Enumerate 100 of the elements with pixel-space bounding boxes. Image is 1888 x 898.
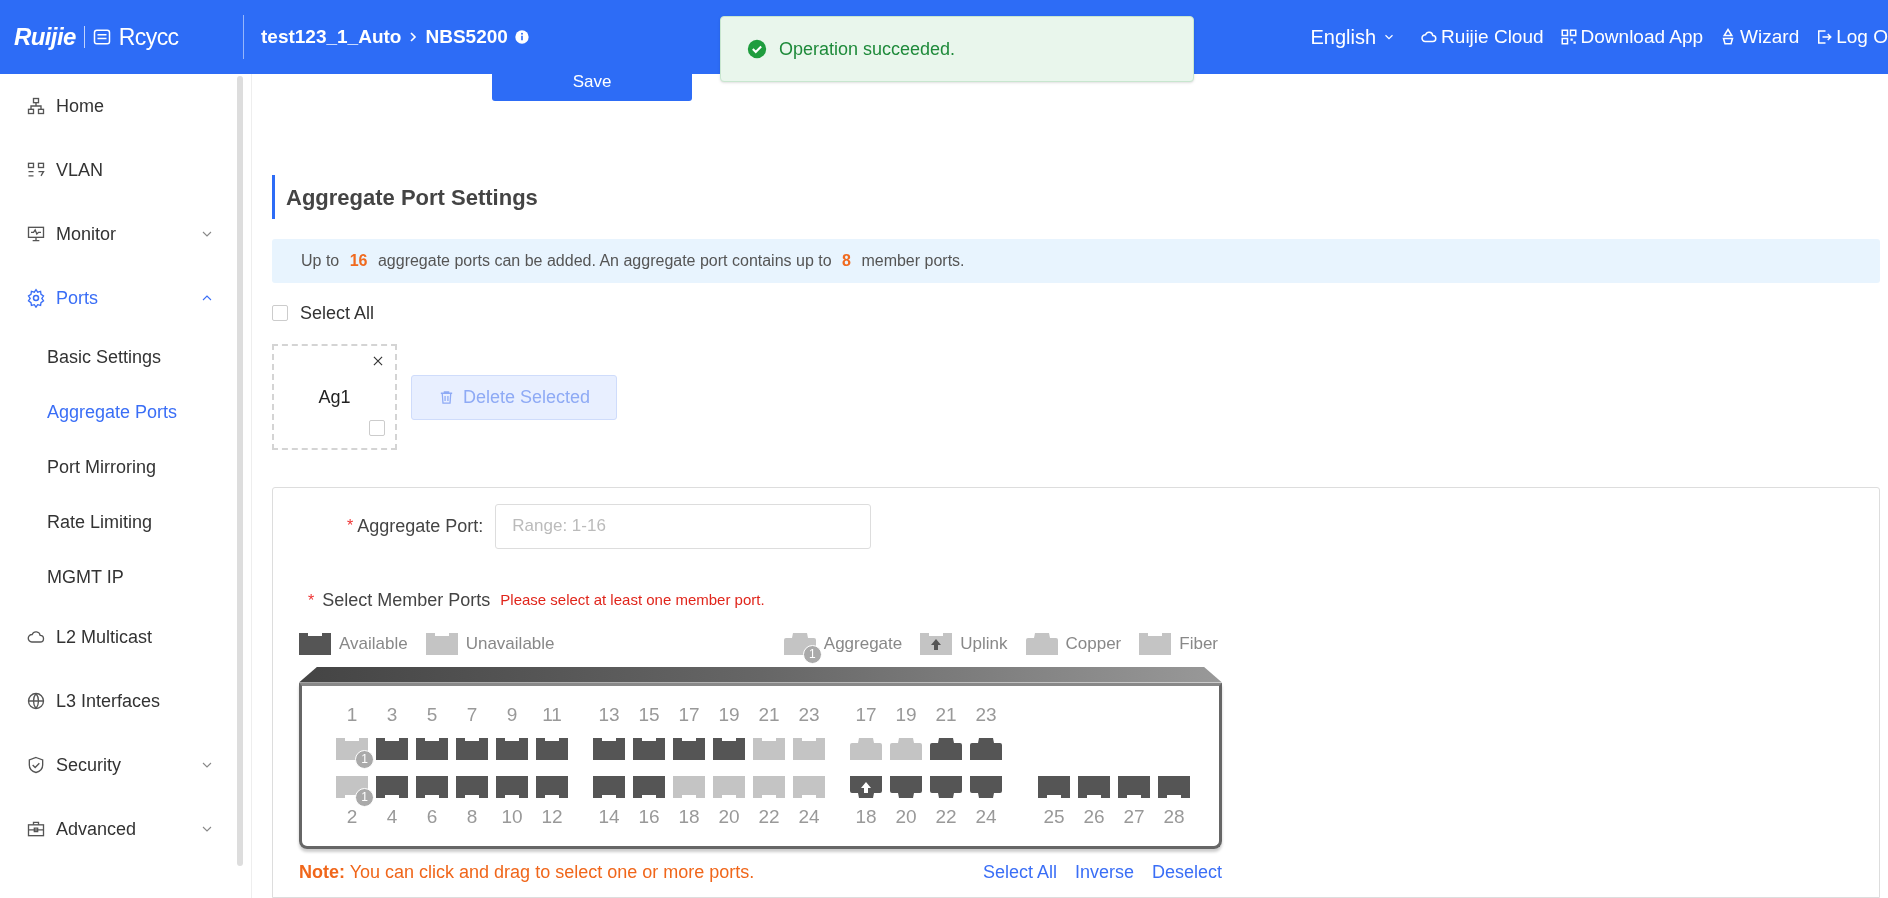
port-number: 26 (1083, 805, 1105, 830)
switch-port[interactable] (753, 737, 785, 760)
scrollbar[interactable] (237, 76, 243, 866)
header-link[interactable]: Log O (1815, 22, 1888, 52)
network-icon (26, 96, 46, 116)
switch-port[interactable] (456, 775, 488, 798)
header-link[interactable]: Download App (1559, 22, 1704, 52)
toolbox-icon (26, 819, 46, 839)
switch-port[interactable] (593, 775, 625, 798)
legend-label: Unavailable (465, 633, 555, 655)
switch-port[interactable] (416, 775, 448, 798)
port-number: 6 (426, 805, 438, 830)
switch-port[interactable] (673, 775, 705, 798)
switch-port[interactable] (376, 775, 408, 798)
sidebar-item[interactable]: Home (0, 74, 251, 138)
required-mark: * (347, 516, 354, 536)
uplink-port[interactable] (850, 775, 882, 798)
sidebar-subitem[interactable]: Aggregate Ports (0, 385, 251, 440)
checkbox[interactable] (369, 420, 385, 436)
language-dropdown[interactable]: English (1310, 22, 1397, 52)
switch-port[interactable] (753, 775, 785, 798)
port-number: 14 (598, 805, 620, 830)
switch-port[interactable] (930, 775, 962, 798)
sidebar-subitem[interactable]: Basic Settings (0, 330, 251, 385)
port-number: 20 (718, 805, 740, 830)
checkbox-label: Select All (300, 301, 375, 325)
port-number: 18 (678, 805, 700, 830)
switch-port[interactable] (633, 775, 665, 798)
error-message: Please select at least one member port. (500, 590, 765, 611)
card-label: Ag1 (318, 385, 351, 409)
port-number: 13 (598, 703, 620, 728)
aggregate-port-card[interactable]: Ag1 (272, 344, 397, 450)
save-button[interactable]: Save (492, 74, 692, 101)
header-link[interactable]: Wizard (1719, 22, 1800, 52)
switch-port[interactable] (793, 737, 825, 760)
legend-label: Copper (1065, 633, 1122, 655)
port-number: 1 (346, 703, 358, 728)
port-number: 21 (758, 703, 780, 728)
switch-port[interactable] (970, 775, 1002, 798)
port-number: 27 (1123, 805, 1145, 830)
sidebar-item[interactable]: VLAN (0, 138, 251, 202)
sidebar-subitem[interactable]: Port Mirroring (0, 440, 251, 495)
switch-port[interactable] (536, 775, 568, 798)
switch-port[interactable] (593, 737, 625, 760)
header-link[interactable]: Ruijie Cloud (1420, 22, 1544, 52)
copper-port-icon (1025, 632, 1058, 655)
switch-port[interactable] (456, 737, 488, 760)
switch-port[interactable] (793, 775, 825, 798)
action-link[interactable]: Select All (982, 858, 1057, 886)
sidebar-item[interactable]: L3 Interfaces (0, 669, 251, 733)
sidebar-item[interactable]: Ports (0, 266, 251, 330)
port-number: 8 (466, 805, 478, 830)
switch-port[interactable] (890, 775, 922, 798)
brand-logo: Ruijie (14, 22, 76, 52)
switch-port[interactable] (1118, 775, 1150, 798)
brand-logo-sub: Rcycc (118, 22, 179, 52)
breadcrumb-item[interactable]: NBS5200 (425, 22, 508, 52)
port-number: 16 (638, 805, 660, 830)
switch-port[interactable] (536, 737, 568, 760)
logo-mark-icon (92, 28, 111, 46)
port-number: 24 (975, 805, 997, 830)
sidebar-item[interactable]: Security (0, 733, 251, 797)
sidebar-subitem[interactable]: Rate Limiting (0, 495, 251, 550)
switch-port[interactable] (1038, 775, 1070, 798)
switch-port[interactable] (376, 737, 408, 760)
switch-port[interactable] (713, 775, 745, 798)
switch-port[interactable] (850, 737, 882, 760)
switch-port[interactable] (496, 737, 528, 760)
switch-port[interactable] (496, 775, 528, 798)
sidebar-item[interactable]: L2 Multicast (0, 605, 251, 669)
switch-port[interactable] (890, 737, 922, 760)
switch-port[interactable] (633, 737, 665, 760)
close-icon[interactable] (371, 354, 385, 368)
sidebar-item[interactable]: Monitor (0, 202, 251, 266)
switch-port[interactable] (1078, 775, 1110, 798)
checkbox[interactable] (272, 305, 288, 321)
field-label: Aggregate Port: (357, 514, 484, 538)
breadcrumb-item[interactable]: test123_1_Auto (261, 22, 402, 52)
toast-message: Operation succeeded. (779, 37, 956, 61)
sidebar-subitem[interactable]: MGMT IP (0, 550, 251, 605)
switch-port[interactable] (930, 737, 962, 760)
switch-port[interactable] (1158, 775, 1190, 798)
port-number: 5 (426, 703, 438, 728)
action-link[interactable]: Deselect (1151, 858, 1222, 886)
switch-port[interactable] (416, 737, 448, 760)
section-title: Aggregate Port Settings (286, 183, 538, 212)
sidebar-item[interactable]: Advanced (0, 797, 251, 861)
action-link[interactable]: Inverse (1074, 858, 1134, 886)
unavailable-port-icon (425, 632, 458, 655)
port-number: 17 (678, 703, 700, 728)
switch-port[interactable] (970, 737, 1002, 760)
port-number: 19 (895, 703, 917, 728)
switch-port[interactable] (713, 737, 745, 760)
switch-port[interactable] (673, 737, 705, 760)
port-number: 20 (895, 805, 917, 830)
info-icon[interactable] (513, 29, 530, 45)
port-number: 23 (798, 703, 820, 728)
port-number: 7 (466, 703, 478, 728)
logout-icon (1815, 28, 1834, 46)
input-field[interactable]: Range: 1-16 (495, 503, 872, 549)
